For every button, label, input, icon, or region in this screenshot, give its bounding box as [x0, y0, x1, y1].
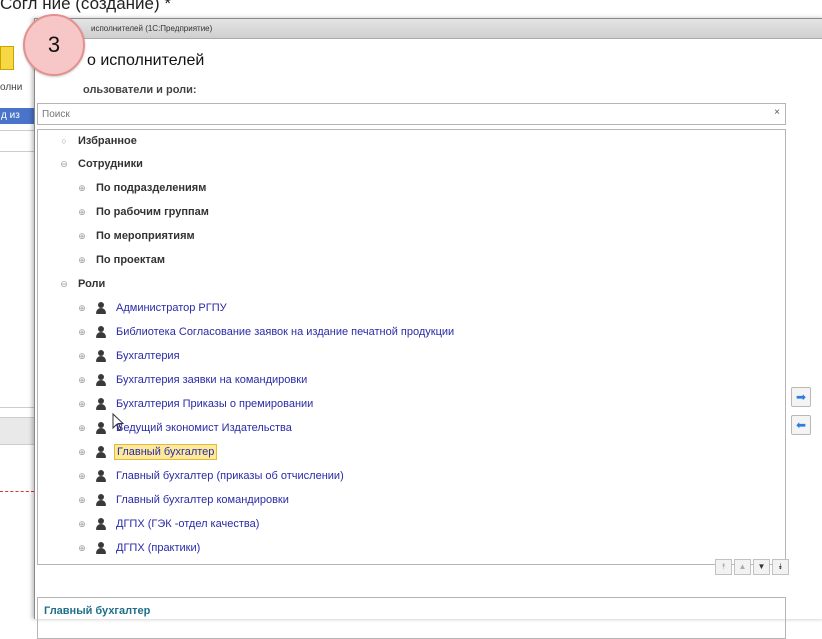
role-label[interactable]: Главный бухгалтер (приказы об отчислении…	[114, 469, 346, 483]
role-item[interactable]: ⊕ Бухгалтерия Приказы о премировании	[74, 394, 315, 414]
background-side-tab[interactable]: д из	[0, 108, 35, 124]
role-description-panel: Главный бухгалтер	[37, 597, 786, 639]
role-item[interactable]: ⊕ Бухгалтерия заявки на командировки	[74, 370, 309, 390]
user-icon	[94, 541, 108, 555]
role-item[interactable]: ⊕ ДГПХ (практики)	[74, 538, 202, 558]
users-roles-tree: ○ Избранное ⊖ Сотрудники ⊕ По подразделе…	[37, 129, 786, 565]
tree-subgroup-workgroups[interactable]: ⊕ По рабочим группам	[74, 202, 209, 222]
expand-plus-icon[interactable]: ⊕	[74, 471, 90, 482]
clear-search-icon[interactable]: ×	[774, 107, 780, 118]
background-side-label: олни	[0, 82, 23, 93]
tree-group-label: По рабочим группам	[96, 206, 209, 218]
expand-plus-icon[interactable]: ⊕	[74, 375, 90, 386]
role-label[interactable]: Бухгалтерия	[114, 349, 182, 363]
user-icon	[94, 349, 108, 363]
tree-subgroup-projects[interactable]: ⊕ По проектам	[74, 250, 165, 270]
expand-plus-icon[interactable]: ⊕	[74, 423, 90, 434]
user-icon	[94, 373, 108, 387]
dialog-title: о исполнителей	[87, 52, 205, 69]
role-description-text: Главный бухгалтер	[44, 605, 151, 617]
tree-subgroup-events[interactable]: ⊕ По мероприятиям	[74, 226, 195, 246]
expand-plus-icon[interactable]: ⊕	[74, 207, 90, 218]
tree-group-label: По подразделениям	[96, 182, 207, 194]
collapsed-node-icon[interactable]: ○	[56, 136, 72, 146]
user-icon	[94, 469, 108, 483]
role-label[interactable]: Бухгалтерия Приказы о премировании	[114, 397, 315, 411]
background-red-separator	[0, 491, 34, 492]
role-item[interactable]: ⊕ Бухгалтерия	[74, 346, 182, 366]
role-label[interactable]: Библиотека Согласование заявок на издани…	[114, 325, 456, 339]
expand-plus-icon[interactable]: ⊕	[74, 231, 90, 242]
background-grey-row	[0, 417, 34, 445]
users-roles-label: ользователи и роли:	[83, 84, 197, 96]
role-item-selected[interactable]: ⊕ Главный бухгалтер	[74, 442, 218, 462]
background-divider	[0, 151, 34, 152]
user-icon	[94, 397, 108, 411]
search-input[interactable]	[38, 105, 762, 124]
role-item[interactable]: ⊕ Главный бухгалтер командировки	[74, 490, 291, 510]
expand-plus-icon[interactable]: ⊕	[74, 519, 90, 530]
remove-performer-button[interactable]: ⬅	[791, 415, 811, 435]
user-icon	[94, 421, 108, 435]
role-label[interactable]: Бухгалтерия заявки на командировки	[114, 373, 309, 387]
background-divider	[0, 130, 34, 131]
expand-plus-icon[interactable]: ⊕	[74, 543, 90, 554]
user-icon	[94, 517, 108, 531]
role-label[interactable]: ДГПХ (практики)	[114, 541, 202, 555]
first-item-icon[interactable]: ⯭	[715, 559, 732, 575]
expand-plus-icon[interactable]: ⊕	[74, 327, 90, 338]
dialog-titlebar[interactable]: исполнителей (1С:Предприятие)	[35, 19, 822, 39]
expand-plus-icon[interactable]: ⊕	[74, 255, 90, 266]
tree-group-label: По мероприятиям	[96, 230, 195, 242]
expand-plus-icon[interactable]: ⊕	[74, 399, 90, 410]
tree-group-label: Роли	[78, 278, 106, 290]
tree-group-roles[interactable]: ⊖ Роли	[56, 274, 105, 294]
collapse-minus-icon[interactable]: ⊖	[56, 279, 72, 290]
tree-navigation: ⯭ ▲ ▼ ⯯	[715, 559, 789, 575]
last-item-icon[interactable]: ⯯	[772, 559, 789, 575]
tree-group-favorites[interactable]: ○ Избранное	[56, 131, 137, 151]
expand-plus-icon[interactable]: ⊕	[74, 495, 90, 506]
user-icon	[94, 445, 108, 459]
move-up-icon[interactable]: ▲	[734, 559, 751, 575]
add-performer-button[interactable]: ➡	[791, 387, 811, 407]
background-divider	[0, 407, 34, 408]
role-label[interactable]: Ведущий экономист Издательства	[114, 421, 294, 435]
search-box: ×	[37, 103, 786, 125]
expand-plus-icon[interactable]: ⊕	[74, 351, 90, 362]
user-icon	[94, 325, 108, 339]
tree-group-label: Сотрудники	[78, 158, 143, 170]
role-item[interactable]: ⊕ Главный бухгалтер (приказы об отчислен…	[74, 466, 346, 486]
role-label[interactable]: Администратор РГПУ	[114, 301, 229, 315]
role-label[interactable]: Главный бухгалтер	[114, 444, 218, 460]
expand-plus-icon[interactable]: ⊕	[74, 303, 90, 314]
role-item[interactable]: ⊕ Администратор РГПУ	[74, 298, 229, 318]
role-label[interactable]: Главный бухгалтер командировки	[114, 493, 291, 507]
user-icon	[94, 493, 108, 507]
select-performers-dialog: исполнителей (1С:Предприятие) о исполнит…	[34, 18, 822, 639]
role-item[interactable]: ⊕ ДГПХ (ГЭК -отдел качества)	[74, 514, 261, 534]
tree-group-employees[interactable]: ⊖ Сотрудники	[56, 154, 143, 174]
role-item[interactable]: ⊕ Библиотека Согласование заявок на изда…	[74, 322, 456, 342]
role-item[interactable]: ⊕ Ведущий экономист Издательства	[74, 418, 294, 438]
tree-group-label: По проектам	[96, 254, 166, 266]
role-label[interactable]: ДГПХ (ГЭК -отдел качества)	[114, 517, 261, 531]
tree-group-label: Избранное	[78, 135, 137, 147]
background-yellow-button[interactable]	[0, 46, 14, 70]
expand-plus-icon[interactable]: ⊕	[74, 447, 90, 458]
collapse-minus-icon[interactable]: ⊖	[56, 159, 72, 170]
step-number-badge: 3	[23, 14, 85, 76]
background-form-title: Согл ние (создание) *	[0, 0, 172, 13]
move-down-icon[interactable]: ▼	[753, 559, 770, 575]
expand-plus-icon[interactable]: ⊕	[74, 183, 90, 194]
user-icon	[94, 301, 108, 315]
tree-subgroup-departments[interactable]: ⊕ По подразделениям	[74, 178, 206, 198]
